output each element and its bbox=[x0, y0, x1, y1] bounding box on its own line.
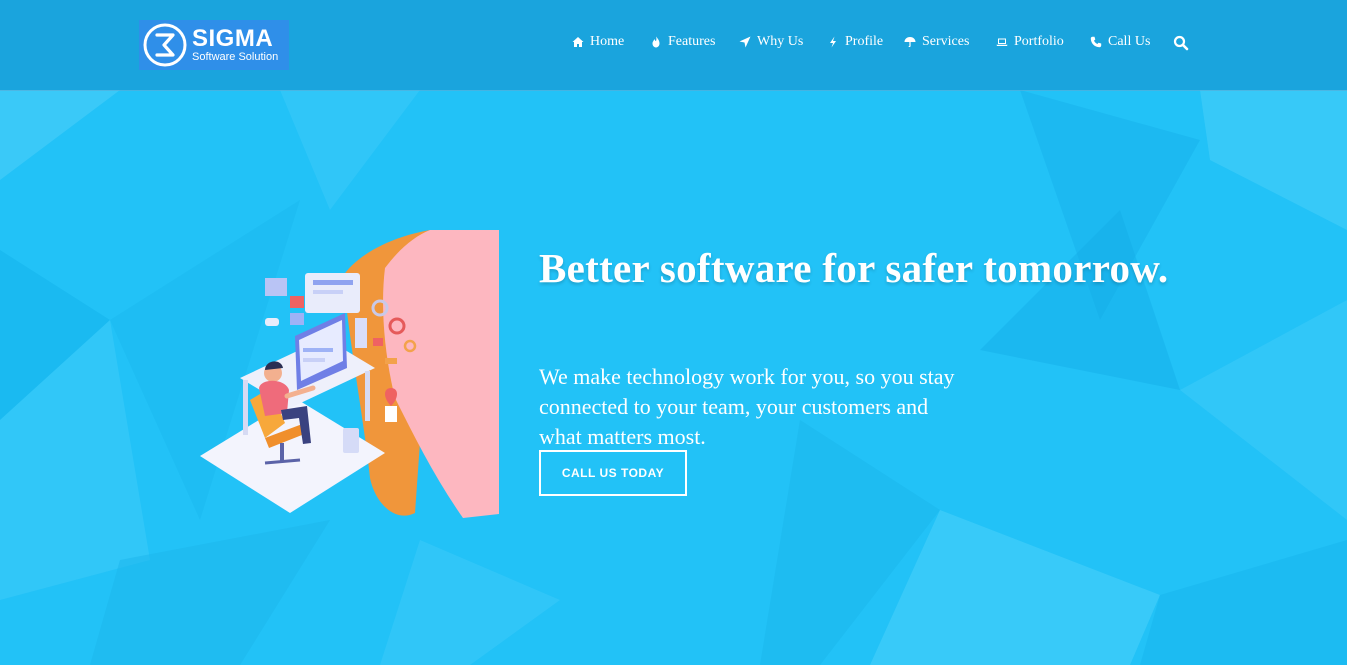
phone-icon bbox=[1090, 36, 1102, 48]
flame-icon bbox=[652, 36, 660, 48]
nav-label: Features bbox=[668, 34, 716, 49]
developer-workstation-illustration bbox=[200, 230, 499, 518]
hero-subtext: We make technology work for you, so you … bbox=[539, 364, 955, 449]
nav-item-profile[interactable]: Profile bbox=[827, 34, 883, 50]
nav-label: Portfolio bbox=[1014, 34, 1064, 49]
nav-label: Profile bbox=[845, 34, 884, 49]
nav-label: Services bbox=[922, 34, 970, 49]
home-icon bbox=[572, 37, 584, 47]
brand-logo[interactable]: SIGMA Software Solution bbox=[139, 20, 289, 70]
laptop-icon bbox=[996, 38, 1008, 46]
site-header: SIGMA Software Solution Home Features Wh… bbox=[0, 0, 1347, 91]
hero-headline: Better software for safer tomorrow. bbox=[539, 245, 1169, 291]
brand-name: SIGMA bbox=[192, 25, 274, 52]
call-us-today-button[interactable]: CALL US TODAY bbox=[539, 450, 687, 496]
nav-item-services[interactable]: Services bbox=[904, 34, 969, 50]
brand-text: SIGMA Software Solution bbox=[192, 27, 278, 63]
nav-label: Why Us bbox=[757, 34, 804, 49]
umbrella-icon bbox=[904, 37, 916, 48]
brand-tagline: Software Solution bbox=[192, 51, 279, 63]
nav-item-home[interactable]: Home bbox=[572, 34, 624, 50]
nav-item-portfolio[interactable]: Portfolio bbox=[996, 34, 1064, 50]
location-arrow-icon bbox=[739, 36, 751, 48]
nav-label: Call Us bbox=[1108, 34, 1151, 49]
nav-label: Home bbox=[590, 34, 625, 49]
nav-item-features[interactable]: Features bbox=[650, 34, 715, 50]
bolt-icon bbox=[830, 36, 836, 48]
sigma-logo-icon bbox=[143, 23, 187, 67]
nav-item-call-us[interactable]: Call Us bbox=[1090, 34, 1150, 50]
nav-item-why-us[interactable]: Why Us bbox=[739, 34, 803, 50]
search-icon[interactable] bbox=[1173, 35, 1189, 51]
